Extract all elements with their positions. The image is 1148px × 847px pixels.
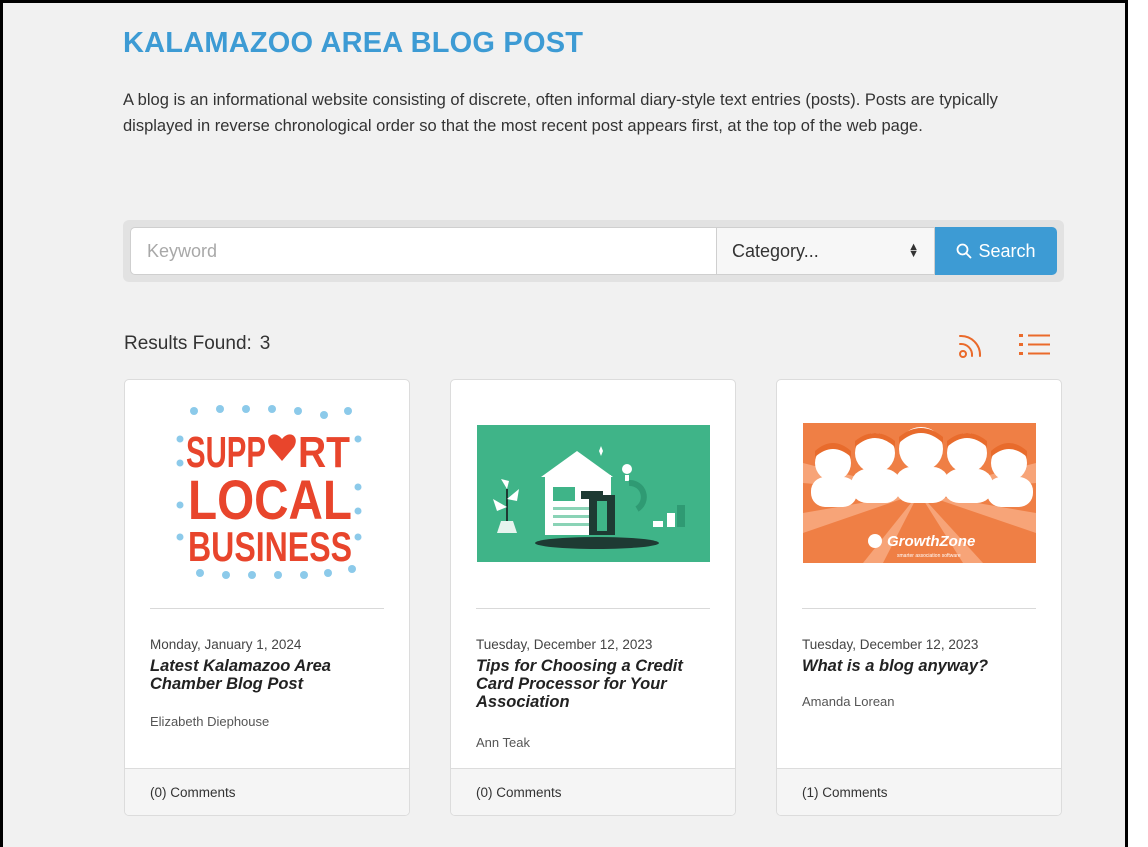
heart-icon xyxy=(267,434,296,461)
post-comments-link[interactable]: (1) Comments xyxy=(777,768,1061,815)
list-view-icon[interactable] xyxy=(1017,329,1053,361)
blog-card: SUPP RT LOCAL BUSINESS Monday, January 1… xyxy=(124,379,410,816)
search-button-label: Search xyxy=(978,240,1036,261)
post-date: Tuesday, December 12, 2023 xyxy=(476,637,653,652)
page-intro: A blog is an informational website consi… xyxy=(123,91,998,135)
post-comments-link[interactable]: (0) Comments xyxy=(125,768,409,815)
blog-card: Tuesday, December 12, 2023 Tips for Choo… xyxy=(450,379,736,816)
card-divider xyxy=(802,608,1036,609)
search-icon xyxy=(957,243,972,259)
page-frame: KALAMAZOO AREA BLOG POST A blog is an in… xyxy=(0,0,1128,847)
growthzone-logo-text: GrowthZone xyxy=(887,533,975,550)
graphic-text-local: LOCAL xyxy=(188,468,352,531)
card-divider xyxy=(476,608,710,609)
post-comments-link[interactable]: (0) Comments xyxy=(451,768,735,815)
blog-card: GrowthZone smarter association software … xyxy=(776,379,1062,816)
post-author: Amanda Lorean xyxy=(802,694,895,709)
post-image-growthzone[interactable]: GrowthZone smarter association software xyxy=(803,400,1036,586)
category-select-value: Category... xyxy=(732,240,819,261)
search-button[interactable]: Search xyxy=(935,227,1057,275)
graphic-text-business: BUSINESS xyxy=(188,523,352,570)
support-local-business-graphic: SUPP RT LOCAL BUSINESS xyxy=(176,405,361,579)
credit-card-illustration xyxy=(477,424,710,562)
post-author: Elizabeth Diephouse xyxy=(150,714,270,729)
search-bar: Category... ▲▼ Search xyxy=(123,220,1064,282)
post-image-support-local[interactable]: SUPP RT LOCAL BUSINESS xyxy=(151,400,384,586)
post-date: Tuesday, December 12, 2023 xyxy=(802,637,979,652)
growthzone-banner: GrowthZone smarter association software xyxy=(803,423,1036,563)
growthzone-tagline: smarter association software xyxy=(897,553,961,559)
post-author: Ann Teak xyxy=(476,735,530,750)
category-select[interactable]: Category... ▲ ▼ xyxy=(716,227,935,275)
post-date: Monday, January 1, 2024 xyxy=(150,637,302,652)
select-caret-icon: ▲ ▼ xyxy=(908,241,919,260)
results-found: Results Found: 3 xyxy=(124,333,270,355)
rss-icon[interactable] xyxy=(953,329,989,361)
post-image-credit-card[interactable] xyxy=(477,400,710,586)
post-title-link[interactable]: Latest Kalamazoo Area Chamber Blog Post xyxy=(150,657,390,693)
post-title-link[interactable]: Tips for Choosing a Credit Card Processo… xyxy=(476,657,716,711)
page-title: KALAMAZOO AREA BLOG POST xyxy=(123,27,584,59)
keyword-input[interactable] xyxy=(130,227,716,275)
post-title-link[interactable]: What is a blog anyway? xyxy=(802,657,1042,675)
results-count: 3 xyxy=(259,333,271,354)
results-label: Results Found: xyxy=(124,333,252,354)
card-divider xyxy=(150,608,384,609)
